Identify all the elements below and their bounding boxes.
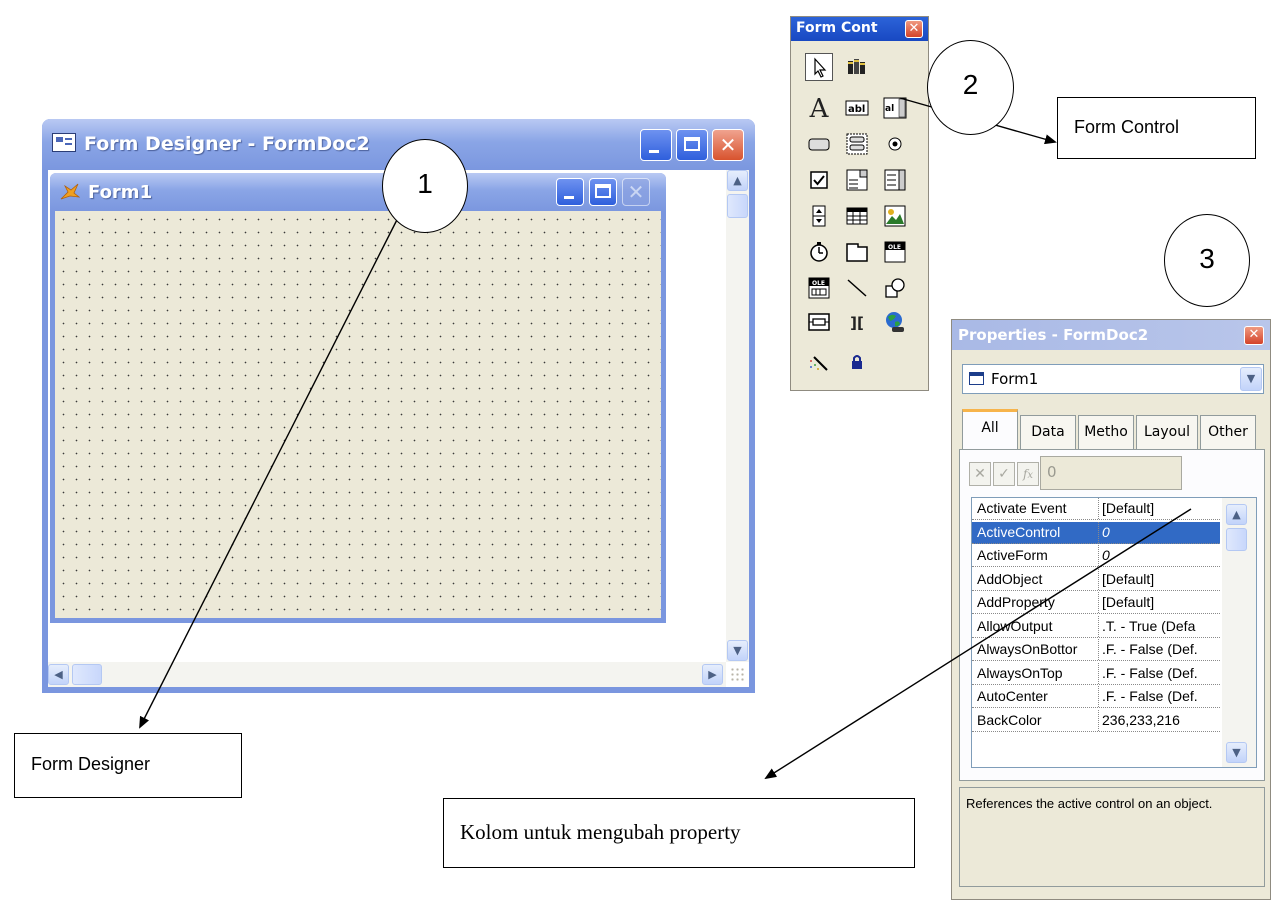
label-property-column: Kolom untuk mengubah property [443,798,915,868]
label-text: Form Designer [31,754,151,774]
callout-1: 1 [382,139,468,233]
callout-3: 3 [1164,214,1250,307]
arrow-property-column [764,508,1192,780]
callout-number: 2 [962,69,979,100]
callout-number: 3 [1199,243,1215,274]
label-form-control: Form Control [1057,97,1256,159]
arrow-form-designer [139,199,408,729]
label-text: Kolom untuk mengubah property [460,820,741,844]
callout-number: 1 [417,168,433,199]
label-form-designer: Form Designer [14,733,242,798]
label-text: Form Control [1074,117,1180,137]
callout-2: 2 [927,40,1014,135]
